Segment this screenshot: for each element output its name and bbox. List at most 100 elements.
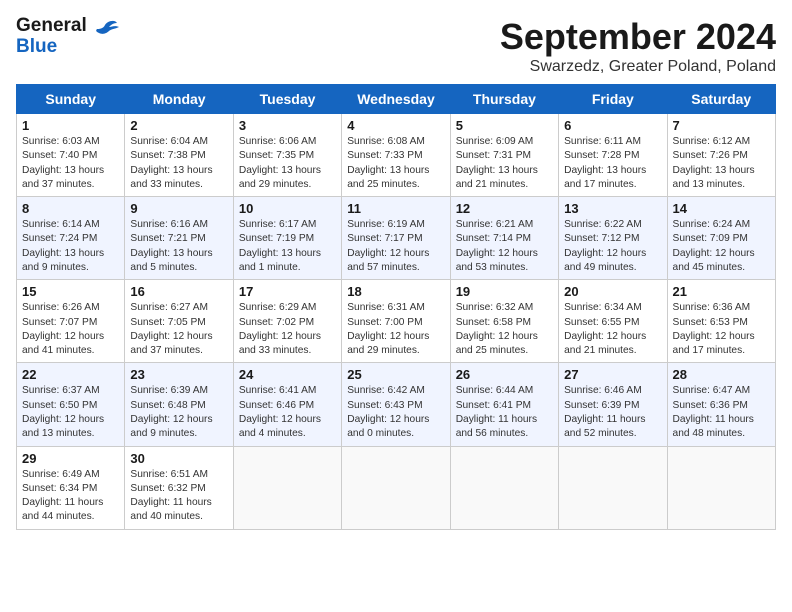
day-info: Sunrise: 6:09 AM Sunset: 7:31 PM Dayligh… (456, 135, 553, 192)
table-row: 27 Sunrise: 6:46 AM Sunset: 6:39 PM Dayli… (559, 363, 667, 446)
day-number: 9 (130, 201, 227, 216)
day-number: 20 (564, 284, 661, 299)
page-header: General Blue September 2024 Swarzedz, Gr… (16, 16, 776, 76)
day-info: Sunrise: 6:49 AM Sunset: 6:34 PM Dayligh… (22, 468, 119, 525)
col-friday: Friday (559, 85, 667, 114)
table-row (559, 446, 667, 529)
day-info: Sunrise: 6:21 AM Sunset: 7:14 PM Dayligh… (456, 218, 553, 275)
day-info: Sunrise: 6:42 AM Sunset: 6:43 PM Dayligh… (347, 384, 444, 441)
day-number: 24 (239, 367, 336, 382)
table-row: 4 Sunrise: 6:08 AM Sunset: 7:33 PM Daylig… (342, 114, 450, 197)
day-number: 11 (347, 201, 444, 216)
table-row: 10Sunrise: 6:17 AM Sunset: 7:19 PM Dayli… (233, 197, 341, 280)
table-row (667, 446, 775, 529)
day-info: Sunrise: 6:51 AM Sunset: 6:32 PM Dayligh… (130, 468, 227, 525)
day-number: 5 (456, 118, 553, 133)
day-info: Sunrise: 6:14 AM Sunset: 7:24 PM Dayligh… (22, 218, 119, 275)
day-number: 19 (456, 284, 553, 299)
table-row: 16Sunrise: 6:27 AM Sunset: 7:05 PM Dayli… (125, 280, 233, 363)
day-info: Sunrise: 6:46 AM Sunset: 6:39 PM Dayligh… (564, 384, 661, 441)
table-row: 24 Sunrise: 6:41 AM Sunset: 6:46 PM Dayli… (233, 363, 341, 446)
table-row: 29 Sunrise: 6:49 AM Sunset: 6:34 PM Dayli… (17, 446, 125, 529)
day-number: 2 (130, 118, 227, 133)
table-row: 20 Sunrise: 6:34 AM Sunset: 6:55 PM Dayli… (559, 280, 667, 363)
col-wednesday: Wednesday (342, 85, 450, 114)
day-number: 7 (673, 118, 770, 133)
logo-blue-text: Blue (16, 37, 87, 58)
table-row: 1 Sunrise: 6:03 AM Sunset: 7:40 PM Daylig… (17, 114, 125, 197)
calendar-week-row: 15 Sunrise: 6:26 AM Sunset: 7:07 PM Dayli… (17, 280, 776, 363)
day-info: Sunrise: 6:34 AM Sunset: 6:55 PM Dayligh… (564, 301, 661, 358)
table-row: 25 Sunrise: 6:42 AM Sunset: 6:43 PM Dayli… (342, 363, 450, 446)
title-block: September 2024 Swarzedz, Greater Poland,… (500, 16, 776, 76)
table-row: 3Sunrise: 6:06 AM Sunset: 7:35 PM Daylig… (233, 114, 341, 197)
logo-general-text: General (16, 16, 87, 37)
logo: General Blue (16, 16, 121, 58)
table-row: 14 Sunrise: 6:24 AM Sunset: 7:09 PM Dayli… (667, 197, 775, 280)
day-info: Sunrise: 6:17 AM Sunset: 7:19 PM Dayligh… (239, 218, 336, 275)
table-row: 30 Sunrise: 6:51 AM Sunset: 6:32 PM Dayli… (125, 446, 233, 529)
table-row: 26 Sunrise: 6:44 AM Sunset: 6:41 PM Dayli… (450, 363, 558, 446)
day-info: Sunrise: 6:37 AM Sunset: 6:50 PM Dayligh… (22, 384, 119, 441)
table-row: 21 Sunrise: 6:36 AM Sunset: 6:53 PM Dayli… (667, 280, 775, 363)
day-info: Sunrise: 6:16 AM Sunset: 7:21 PM Dayligh… (130, 218, 227, 275)
day-info: Sunrise: 6:44 AM Sunset: 6:41 PM Dayligh… (456, 384, 553, 441)
day-number: 16 (130, 284, 227, 299)
day-info: Sunrise: 6:31 AM Sunset: 7:00 PM Dayligh… (347, 301, 444, 358)
day-number: 26 (456, 367, 553, 382)
table-row: 17Sunrise: 6:29 AM Sunset: 7:02 PM Dayli… (233, 280, 341, 363)
day-number: 4 (347, 118, 444, 133)
day-info: Sunrise: 6:19 AM Sunset: 7:17 PM Dayligh… (347, 218, 444, 275)
day-number: 14 (673, 201, 770, 216)
table-row: 11 Sunrise: 6:19 AM Sunset: 7:17 PM Dayli… (342, 197, 450, 280)
day-number: 21 (673, 284, 770, 299)
day-info: Sunrise: 6:24 AM Sunset: 7:09 PM Dayligh… (673, 218, 770, 275)
day-info: Sunrise: 6:41 AM Sunset: 6:46 PM Dayligh… (239, 384, 336, 441)
table-row: 8 Sunrise: 6:14 AM Sunset: 7:24 PM Daylig… (17, 197, 125, 280)
day-info: Sunrise: 6:08 AM Sunset: 7:33 PM Dayligh… (347, 135, 444, 192)
table-row: 15 Sunrise: 6:26 AM Sunset: 7:07 PM Dayli… (17, 280, 125, 363)
day-number: 8 (22, 201, 119, 216)
day-number: 27 (564, 367, 661, 382)
col-sunday: Sunday (17, 85, 125, 114)
day-number: 28 (673, 367, 770, 382)
day-info: Sunrise: 6:39 AM Sunset: 6:48 PM Dayligh… (130, 384, 227, 441)
calendar-week-row: 8 Sunrise: 6:14 AM Sunset: 7:24 PM Daylig… (17, 197, 776, 280)
day-info: Sunrise: 6:29 AM Sunset: 7:02 PM Dayligh… (239, 301, 336, 358)
day-number: 18 (347, 284, 444, 299)
day-info: Sunrise: 6:12 AM Sunset: 7:26 PM Dayligh… (673, 135, 770, 192)
table-row: 7 Sunrise: 6:12 AM Sunset: 7:26 PM Daylig… (667, 114, 775, 197)
table-row: 28 Sunrise: 6:47 AM Sunset: 6:36 PM Dayli… (667, 363, 775, 446)
day-number: 13 (564, 201, 661, 216)
day-info: Sunrise: 6:03 AM Sunset: 7:40 PM Dayligh… (22, 135, 119, 192)
day-number: 15 (22, 284, 119, 299)
table-row: 5 Sunrise: 6:09 AM Sunset: 7:31 PM Daylig… (450, 114, 558, 197)
day-info: Sunrise: 6:36 AM Sunset: 6:53 PM Dayligh… (673, 301, 770, 358)
day-info: Sunrise: 6:26 AM Sunset: 7:07 PM Dayligh… (22, 301, 119, 358)
table-row: 2 Sunrise: 6:04 AM Sunset: 7:38 PM Daylig… (125, 114, 233, 197)
day-number: 12 (456, 201, 553, 216)
day-number: 30 (130, 451, 227, 466)
table-row: 23 Sunrise: 6:39 AM Sunset: 6:48 PM Dayli… (125, 363, 233, 446)
day-info: Sunrise: 6:47 AM Sunset: 6:36 PM Dayligh… (673, 384, 770, 441)
calendar-table: Sunday Monday Tuesday Wednesday Thursday… (16, 84, 776, 530)
day-number: 23 (130, 367, 227, 382)
day-number: 3 (239, 118, 336, 133)
table-row (342, 446, 450, 529)
col-saturday: Saturday (667, 85, 775, 114)
logo-bird-icon (89, 17, 121, 49)
day-number: 1 (22, 118, 119, 133)
calendar-week-row: 22Sunrise: 6:37 AM Sunset: 6:50 PM Dayli… (17, 363, 776, 446)
day-number: 29 (22, 451, 119, 466)
table-row: 12 Sunrise: 6:21 AM Sunset: 7:14 PM Dayli… (450, 197, 558, 280)
day-info: Sunrise: 6:22 AM Sunset: 7:12 PM Dayligh… (564, 218, 661, 275)
page-title: September 2024 (500, 16, 776, 58)
calendar-header-row: Sunday Monday Tuesday Wednesday Thursday… (17, 85, 776, 114)
day-info: Sunrise: 6:04 AM Sunset: 7:38 PM Dayligh… (130, 135, 227, 192)
calendar-week-row: 1 Sunrise: 6:03 AM Sunset: 7:40 PM Daylig… (17, 114, 776, 197)
table-row: 22Sunrise: 6:37 AM Sunset: 6:50 PM Dayli… (17, 363, 125, 446)
calendar-week-row: 29 Sunrise: 6:49 AM Sunset: 6:34 PM Dayli… (17, 446, 776, 529)
table-row (233, 446, 341, 529)
day-number: 6 (564, 118, 661, 133)
day-number: 25 (347, 367, 444, 382)
